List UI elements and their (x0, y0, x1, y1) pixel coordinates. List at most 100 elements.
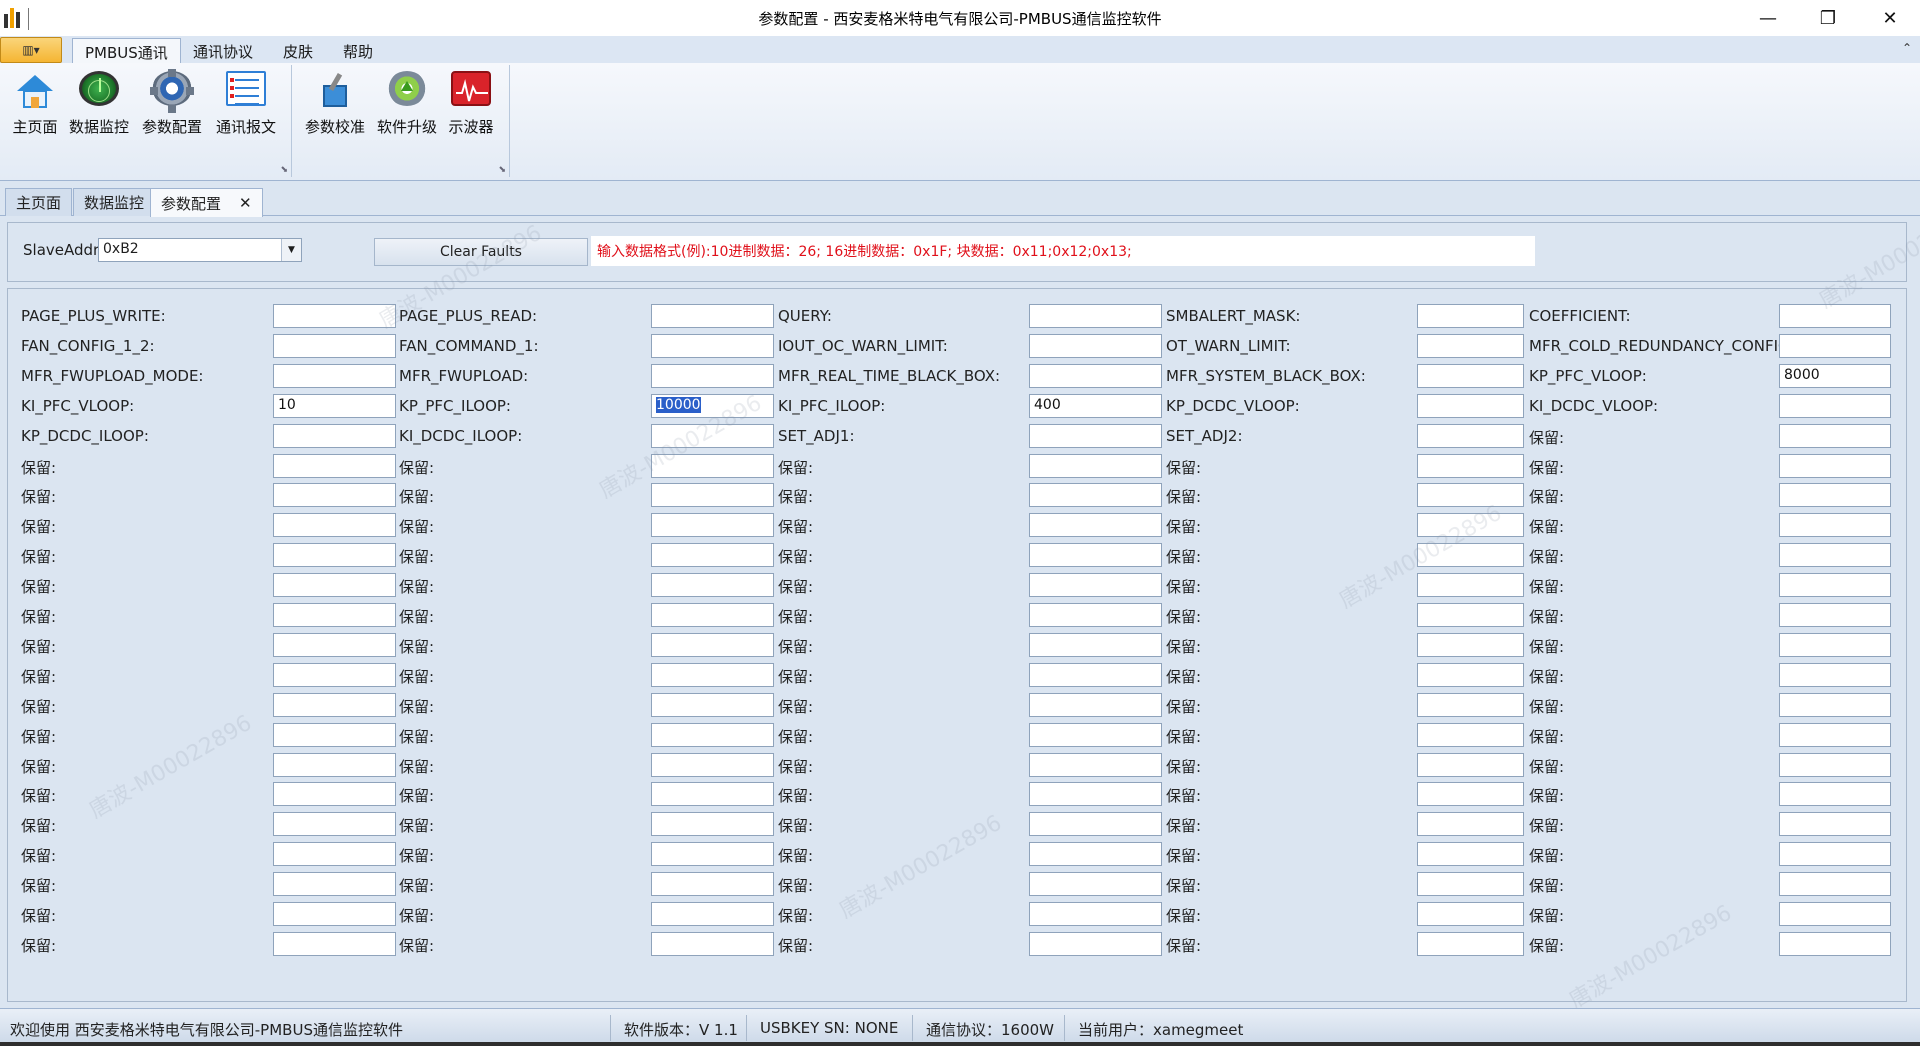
param-value-input[interactable] (1417, 453, 1524, 478)
param-value-input[interactable] (1417, 632, 1524, 657)
param-value-input[interactable] (1779, 543, 1891, 568)
software-upgrade-button[interactable]: 软件升级 (372, 69, 442, 137)
param-value-input[interactable] (651, 483, 774, 508)
param-value-input[interactable] (651, 423, 774, 448)
param-value-input[interactable] (651, 573, 774, 598)
close-tab-icon[interactable]: ✕ (239, 194, 252, 212)
param-value-input[interactable] (273, 513, 396, 538)
param-value-input[interactable] (1417, 872, 1524, 897)
param-value-input[interactable] (1417, 722, 1524, 747)
param-value-input[interactable]: 400 (1029, 393, 1162, 418)
group-launcher-icon[interactable]: ⬊ (280, 165, 288, 175)
param-value-input[interactable] (1417, 393, 1524, 418)
param-value-input[interactable] (273, 363, 396, 388)
application-menu-button[interactable]: ▥▾ (0, 37, 62, 63)
param-value-input[interactable] (1779, 453, 1891, 478)
param-value-input[interactable] (1417, 902, 1524, 926)
restore-button[interactable]: ❐ (1800, 0, 1856, 36)
param-value-input[interactable]: 10000 (651, 393, 774, 418)
data-monitor-button[interactable]: 数据监控 (64, 69, 134, 137)
param-value-input[interactable] (651, 812, 774, 837)
home-page-button[interactable]: 主页面 (0, 69, 70, 137)
param-value-input[interactable] (1029, 902, 1162, 926)
param-value-input[interactable] (1029, 603, 1162, 627)
param-value-input[interactable] (1029, 752, 1162, 777)
param-value-input[interactable] (1779, 902, 1891, 926)
param-value-input[interactable] (273, 842, 396, 867)
param-value-input[interactable] (1417, 603, 1524, 627)
oscilloscope-button[interactable]: 示波器 (436, 69, 506, 137)
param-value-input[interactable] (1029, 543, 1162, 568)
param-value-input[interactable] (651, 692, 774, 717)
param-value-input[interactable] (1779, 483, 1891, 508)
param-value-input[interactable] (1029, 872, 1162, 897)
param-value-input[interactable] (273, 782, 396, 807)
param-value-input[interactable] (273, 752, 396, 777)
close-window-button[interactable]: ✕ (1862, 0, 1918, 36)
param-value-input[interactable] (1029, 423, 1162, 448)
param-value-input[interactable] (1779, 812, 1891, 837)
param-value-input[interactable] (651, 722, 774, 747)
doc-tab-home[interactable]: 主页面 (5, 188, 73, 216)
param-value-input[interactable] (1029, 782, 1162, 807)
param-value-input[interactable] (1417, 782, 1524, 807)
param-value-input[interactable] (1029, 573, 1162, 598)
param-value-input[interactable] (1417, 304, 1524, 328)
param-value-input[interactable]: 8000 (1779, 363, 1891, 388)
param-value-input[interactable] (273, 483, 396, 508)
slave-address-select[interactable]: 0xB2 ▼ (98, 238, 302, 262)
param-value-input[interactable] (273, 333, 396, 358)
param-value-input[interactable] (651, 453, 774, 478)
param-value-input[interactable] (1029, 842, 1162, 867)
param-calibration-button[interactable]: 参数校准 (300, 69, 370, 137)
param-value-input[interactable] (273, 453, 396, 478)
param-value-input[interactable] (1779, 423, 1891, 448)
param-value-input[interactable] (1779, 573, 1891, 598)
ribbon-tab-help[interactable]: 帮助 (331, 38, 385, 64)
param-config-button[interactable]: 参数配置 (137, 69, 207, 137)
param-value-input[interactable] (1779, 692, 1891, 717)
param-value-input[interactable] (1779, 304, 1891, 328)
param-value-input[interactable] (273, 423, 396, 448)
param-value-input[interactable] (273, 692, 396, 717)
param-value-input[interactable] (1029, 812, 1162, 837)
param-value-input[interactable] (651, 333, 774, 358)
param-value-input[interactable] (1779, 752, 1891, 777)
param-value-input[interactable] (1417, 752, 1524, 777)
param-value-input[interactable] (1417, 842, 1524, 867)
param-value-input[interactable] (1029, 692, 1162, 717)
group-launcher-icon[interactable]: ⬊ (498, 165, 506, 175)
param-value-input[interactable] (1029, 931, 1162, 956)
param-value-input[interactable] (651, 872, 774, 897)
param-value-input[interactable] (651, 603, 774, 627)
param-value-input[interactable] (273, 722, 396, 747)
minimize-button[interactable]: — (1740, 0, 1796, 36)
comm-log-button[interactable]: 通讯报文 (211, 69, 281, 137)
ribbon-tab-skin[interactable]: 皮肤 (271, 38, 325, 64)
param-value-input[interactable] (1779, 632, 1891, 657)
doc-tab-param-config[interactable]: 参数配置 ✕ (150, 188, 263, 217)
param-value-input[interactable] (1029, 513, 1162, 538)
param-value-input[interactable] (1779, 782, 1891, 807)
param-value-input[interactable] (1779, 872, 1891, 897)
param-value-input[interactable] (1417, 812, 1524, 837)
param-value-input[interactable] (273, 931, 396, 956)
param-value-input[interactable] (651, 632, 774, 657)
param-value-input[interactable] (1029, 483, 1162, 508)
param-value-input[interactable] (1029, 632, 1162, 657)
doc-tab-data-monitor[interactable]: 数据监控 (73, 188, 156, 216)
param-value-input[interactable] (651, 513, 774, 538)
param-value-input[interactable] (651, 842, 774, 867)
param-value-input[interactable] (651, 782, 774, 807)
param-value-input[interactable] (273, 573, 396, 598)
param-value-input[interactable] (1417, 513, 1524, 538)
param-value-input[interactable] (1779, 842, 1891, 867)
param-value-input[interactable] (273, 632, 396, 657)
param-value-input[interactable] (273, 662, 396, 687)
param-value-input[interactable] (1779, 931, 1891, 956)
param-value-input[interactable] (1417, 662, 1524, 687)
param-value-input[interactable] (1029, 333, 1162, 358)
param-value-input[interactable] (1779, 662, 1891, 687)
param-value-input[interactable] (1417, 931, 1524, 956)
param-value-input[interactable] (273, 603, 396, 627)
